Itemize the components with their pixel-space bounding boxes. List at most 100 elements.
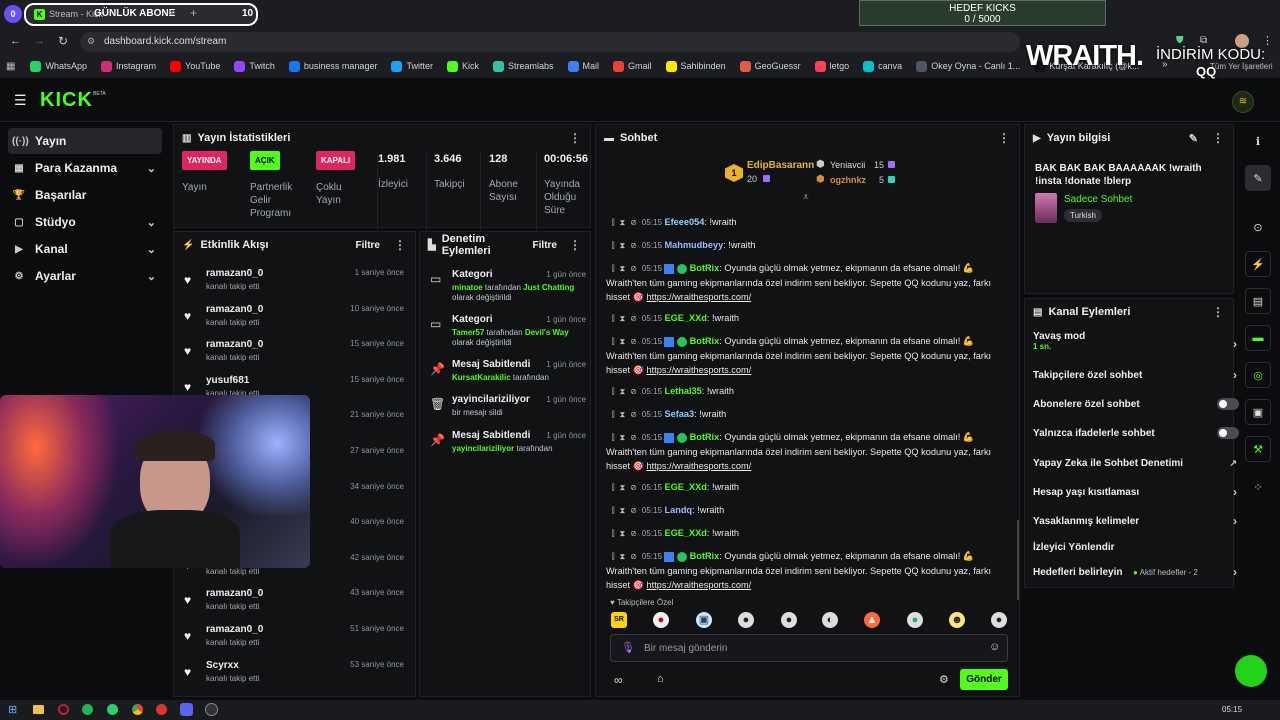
chat-username[interactable]: EGE_XXd (664, 313, 706, 323)
activity-user[interactable]: ramazan0_0 (206, 304, 263, 315)
chrome-icon[interactable] (132, 704, 143, 715)
pin-icon[interactable]: ⫿ (612, 314, 615, 323)
emote-icon[interactable]: ▣ (696, 612, 712, 628)
bookmark-item[interactable]: Twitter (384, 60, 440, 72)
message-link[interactable]: https://wraithesports.com/ (647, 365, 752, 375)
language-tag[interactable]: Turkish (1064, 209, 1102, 222)
activity-user[interactable]: ramazan0_0 (206, 588, 263, 599)
edit-panel-icon[interactable]: ✎ (1245, 165, 1271, 191)
pin-icon[interactable]: ⫿ (612, 529, 615, 538)
pin-icon[interactable]: ⫿ (612, 337, 615, 346)
action-ai-moderation[interactable]: Yapay Zeka ile Sohbet Denetimi ↗ (1033, 450, 1237, 476)
camera-icon[interactable]: ⊙ (1245, 214, 1271, 240)
gifter-name[interactable]: Yeniavcii (830, 160, 865, 170)
emote-icon[interactable]: ☻ (949, 612, 965, 628)
chat-username[interactable]: Landq (664, 505, 692, 515)
bookmark-item[interactable]: Streamlabs (486, 60, 561, 72)
chat-input[interactable]: 🎙 Bir mesaj gönderin ☺ (610, 634, 1008, 662)
ban-icon[interactable]: ⊘ (630, 314, 637, 323)
bookmark-item[interactable]: Mail (561, 60, 607, 72)
reload-icon[interactable]: ↻ (58, 34, 68, 48)
ban-icon[interactable]: ⊘ (630, 264, 637, 273)
pin-icon[interactable]: ⫿ (612, 433, 615, 442)
timeout-icon[interactable]: ⧗ (620, 529, 626, 538)
chat-bubble-icon[interactable]: ▬ (1245, 325, 1271, 351)
spotify-icon[interactable] (82, 704, 93, 715)
chat-scrollbar[interactable] (1017, 520, 1019, 600)
pin-icon[interactable]: ⫿ (612, 552, 615, 561)
emote-icon[interactable]: ● (991, 612, 1007, 628)
message-link[interactable]: https://wraithesports.com/ (647, 461, 752, 471)
action-goals[interactable]: Hedefleri belirleyin ● Aktif hedefler - 2… (1033, 559, 1237, 585)
send-button[interactable]: Gönder (960, 669, 1008, 690)
bookmark-item[interactable]: YouTube (163, 60, 227, 72)
timeout-icon[interactable]: ⧗ (620, 483, 626, 492)
action-emote-only[interactable]: Yalnızca ifadelerle sohbet (1033, 420, 1239, 446)
extension-shield-icon[interactable]: ⛊ (1176, 35, 1184, 46)
sidebar-item-yayin[interactable]: ((·)) Yayın (8, 128, 162, 154)
bookmark-item[interactable]: letgo (808, 60, 857, 72)
activity-user[interactable]: Scyrxx (206, 660, 239, 671)
more-options-icon[interactable]: ⋮ (569, 131, 581, 145)
chat-message[interactable]: ⫿ ⧗ ⊘ 05:15 Mahmudbeyy: !wraith (606, 238, 1000, 253)
url-field[interactable]: ⚙ dashboard.kick.com/stream (80, 32, 1020, 52)
broadcast-icon[interactable]: ◎ (1245, 362, 1271, 388)
taskbar-app-icon[interactable] (58, 704, 69, 715)
bookmark-item[interactable]: canva (856, 60, 909, 72)
file-explorer-icon[interactable] (33, 705, 44, 714)
edit-icon[interactable]: ✎ (1189, 132, 1198, 145)
moderation-user[interactable]: yayincilariziliyor (452, 444, 514, 453)
bookmark-item[interactable]: Gmail (606, 60, 659, 72)
obs-icon[interactable] (205, 703, 218, 716)
emote-icon[interactable]: ◐ (822, 612, 838, 628)
sidebar-item-basarilar[interactable]: 🏆 Başarılar (8, 182, 162, 208)
category-name[interactable]: Sadece Sohbet (1064, 194, 1132, 205)
tab-close-icon[interactable]: ✕ (168, 8, 176, 19)
chat-message[interactable]: ⫿ ⧗ ⊘ 05:15 BotRix: Oyunda güçlü olmak yetm… (606, 261, 1000, 304)
bookmark-item[interactable]: Twitch (227, 60, 282, 72)
timeout-icon[interactable]: ⧗ (620, 218, 626, 227)
activity-user[interactable]: ramazan0_0 (206, 339, 263, 350)
pin-icon[interactable]: ⫿ (612, 410, 615, 419)
moderation-user[interactable]: Tamer57 (452, 328, 484, 337)
timeout-icon[interactable]: ⧗ (620, 552, 626, 561)
chat-settings-icon[interactable]: ⚙ (939, 673, 949, 686)
bookmark-item[interactable]: business manager (282, 60, 385, 72)
bookmark-item[interactable]: Kick (440, 60, 486, 72)
layout-icon[interactable]: ▣ (1245, 399, 1271, 425)
pin-icon[interactable]: ⫿ (612, 483, 615, 492)
action-banned-words[interactable]: Yasaklanmış kelimeler › (1033, 508, 1237, 534)
shop-icon[interactable]: ⌂ (657, 673, 664, 685)
extensions-icon[interactable]: ⧉ (1200, 35, 1207, 46)
emoji-icon[interactable]: ☺ (989, 641, 1000, 653)
chat-message[interactable]: ⫿ ⧗ ⊘ 05:15 EGE_XXd: !wraith (606, 311, 1000, 326)
activity-user[interactable]: yusuf681 (206, 375, 249, 386)
ban-icon[interactable]: ⊘ (630, 337, 637, 346)
chat-message[interactable]: ⫿ ⧗ ⊘ 05:15 Efeee054: !wraith (606, 215, 1000, 230)
lightning-icon[interactable]: ⚡ (1245, 251, 1271, 277)
chat-message[interactable]: ⫿ ⧗ ⊘ 05:15 EGE_XXd: !wraith (606, 480, 1000, 495)
emote-icon[interactable]: ● (738, 612, 754, 628)
more-options-icon[interactable]: ⋮ (998, 131, 1010, 145)
timeout-icon[interactable]: ⧗ (620, 264, 626, 273)
chat-username[interactable]: Efeee054 (664, 217, 704, 227)
emote-icon[interactable]: ● (907, 612, 923, 628)
sidebar-item-studyo[interactable]: ▢ Stüdyo ⌄ (8, 209, 162, 235)
gifter-name[interactable]: EdipBasarann (747, 160, 814, 171)
ban-icon[interactable]: ⊘ (630, 529, 637, 538)
chat-username[interactable]: Mahmudbeyy (664, 240, 723, 250)
chat-username[interactable]: BotRix (690, 263, 720, 273)
sidebar-item-ayarlar[interactable]: ⚙ Ayarlar ⌄ (8, 263, 162, 289)
wrench-icon[interactable]: ⚒ (1245, 436, 1271, 462)
whatsapp-icon[interactable] (107, 704, 118, 715)
collapse-icon[interactable]: ⩡ (803, 192, 809, 203)
ban-icon[interactable]: ⊘ (630, 410, 637, 419)
ban-icon[interactable]: ⊘ (630, 552, 637, 561)
action-slow-mode[interactable]: Yavaş mod 1 sn. › (1033, 331, 1237, 357)
chat-message[interactable]: ⫿ ⧗ ⊘ 05:15 EGE_XXd: !wraith (606, 526, 1000, 541)
chat-message[interactable]: ⫿ ⧗ ⊘ 05:15 BotRix: Oyunda güçlü olmak yetm… (606, 430, 1000, 473)
timeout-icon[interactable]: ⧗ (620, 241, 626, 250)
apps-grid-icon[interactable]: ▦ (6, 61, 15, 72)
ban-icon[interactable]: ⊘ (630, 241, 637, 250)
timeout-icon[interactable]: ⧗ (620, 387, 626, 396)
